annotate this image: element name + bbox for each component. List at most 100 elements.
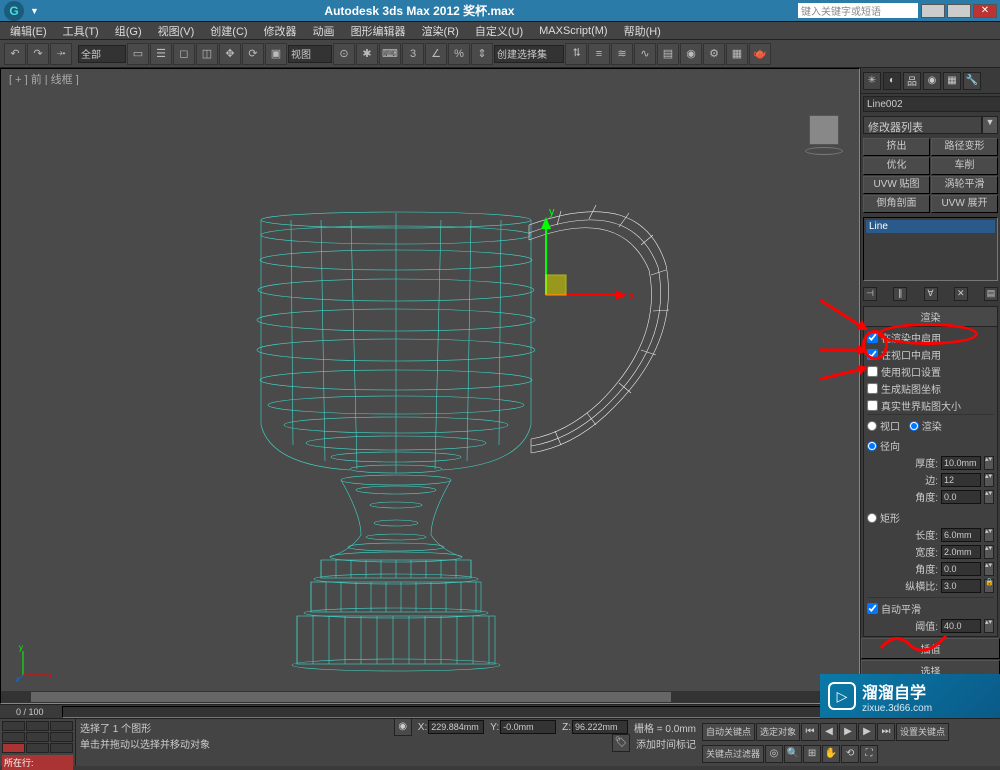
pan-button[interactable]: ✋ [822,745,840,763]
mod-bevel-button[interactable]: 倒角剖面 [863,195,930,213]
chk-gen-mapping[interactable] [867,383,878,394]
menu-group[interactable]: 组(G) [109,23,148,39]
thickness-input[interactable] [941,456,981,470]
menu-modifiers[interactable]: 修改器 [258,23,303,39]
viewport-nav-grid[interactable]: 所在行: [0,719,76,766]
spinner-snap-button[interactable]: ⇕ [471,43,493,65]
restore-button[interactable]: ▭ [947,4,971,18]
minimize-button[interactable]: — [921,4,945,18]
lock-icon[interactable]: 🔒 [984,579,994,593]
coord-x-input[interactable] [428,720,484,734]
show-end-icon[interactable]: ∥ [893,287,907,301]
chk-render-enable[interactable] [867,332,878,343]
remove-mod-icon[interactable]: ✕ [954,287,968,301]
mod-turbosmooth-button[interactable]: 涡轮平滑 [931,176,998,194]
menu-render[interactable]: 渲染(R) [416,23,465,39]
play-button[interactable]: ▶ [839,723,857,741]
coord-y-input[interactable] [500,720,556,734]
coord-z-input[interactable] [572,720,628,734]
tab-display-icon[interactable]: ▦ [943,72,961,90]
tab-modify-icon[interactable]: ◐ [883,72,901,90]
schematic-button[interactable]: ▤ [657,43,679,65]
viewport[interactable]: y x y x z [1,85,859,691]
zoom-button[interactable]: 🔍 [784,745,802,763]
undo-button[interactable]: ↶ [4,43,26,65]
object-name-input[interactable] [863,96,1000,112]
angle2-input[interactable] [941,562,981,576]
chk-autosmooth[interactable] [867,603,878,614]
sel-target[interactable]: 选定对象 [756,723,800,741]
spinner-icon[interactable]: ▴▾ [984,545,994,559]
tab-hierarchy-icon[interactable]: 品 [903,72,921,90]
add-time-tag[interactable]: 添加时间标记 [636,736,696,751]
menu-create[interactable]: 创建(C) [204,23,253,39]
mod-uvwunwrap-button[interactable]: UVW 展开 [931,195,998,213]
tab-create-icon[interactable]: ✳ [863,72,881,90]
modifier-list-chevron-icon[interactable]: ▼ [982,116,998,134]
snap-angle-button[interactable]: ∠ [425,43,447,65]
menu-help[interactable]: 帮助(H) [618,23,667,39]
threshold-input[interactable] [941,619,981,633]
spinner-icon[interactable]: ▴▾ [984,562,994,576]
aspect-input[interactable] [941,579,981,593]
app-logo[interactable]: G [4,1,24,21]
width-input[interactable] [941,545,981,559]
spinner-icon[interactable]: ▴▾ [984,456,994,470]
align-button[interactable]: ≡ [588,43,610,65]
mod-uvwmap-button[interactable]: UVW 贴图 [863,176,930,194]
render-production-button[interactable]: 🫖 [749,43,771,65]
ref-coord[interactable]: 视图 [288,45,332,63]
spinner-icon[interactable]: ▴▾ [984,528,994,542]
menu-animation[interactable]: 动画 [307,23,341,39]
configure-sets-icon[interactable]: ▤ [984,287,998,301]
spinner-icon[interactable]: ▴▾ [984,473,994,487]
select-name-button[interactable]: ☰ [150,43,172,65]
next-frame-button[interactable]: ▶ [858,723,876,741]
modifier-stack[interactable]: Line [863,217,998,281]
prev-frame-button[interactable]: ◀ [820,723,838,741]
chk-use-viewport[interactable] [867,366,878,377]
tab-motion-icon[interactable]: ◉ [923,72,941,90]
make-unique-icon[interactable]: ∀ [924,287,938,301]
zoom-all-button[interactable]: ⊞ [803,745,821,763]
move-button[interactable]: ✥ [219,43,241,65]
curve-editor-button[interactable]: ∿ [634,43,656,65]
menu-graph[interactable]: 图形编辑器 [345,23,412,39]
key-filter-button[interactable]: 关键点过滤器 [702,745,764,763]
selection-filter[interactable]: 全部 [78,45,126,63]
modifier-list-dropdown[interactable]: 修改器列表 [863,116,982,134]
pin-stack-icon[interactable]: ⊣ [863,287,877,301]
render-setup-button[interactable]: ⚙ [703,43,725,65]
snap-3d-button[interactable]: 3 [402,43,424,65]
length-input[interactable] [941,528,981,542]
mirror-button[interactable]: ⮁ [565,43,587,65]
rad-radial[interactable] [867,441,877,451]
select-button[interactable]: ▭ [127,43,149,65]
set-key-button[interactable]: 设置关键点 [896,723,949,741]
snap-percent-button[interactable]: % [448,43,470,65]
scale-button[interactable]: ▣ [265,43,287,65]
mod-lathe-button[interactable]: 车削 [931,157,998,175]
time-tag-icon[interactable]: 🏷 [612,734,630,752]
rollout-render-header[interactable]: 渲染 [864,307,997,327]
menu-maxscript[interactable]: MAXScript(M) [533,25,613,37]
menu-views[interactable]: 视图(V) [152,23,201,39]
link-button[interactable]: ⤞ [50,43,72,65]
rad-render[interactable] [909,421,919,431]
angle-input[interactable] [941,490,981,504]
isolate-button[interactable]: ◎ [765,745,783,763]
rotate-button[interactable]: ⟳ [242,43,264,65]
rad-rect[interactable] [867,513,877,523]
stack-item-line[interactable]: Line [866,220,995,233]
mod-pathdeform-button[interactable]: 路径变形 [931,138,998,156]
layer-button[interactable]: ≋ [611,43,633,65]
app-menu-chevron-icon[interactable]: ▼ [28,6,41,16]
goto-start-button[interactable]: ⏮ [801,723,819,741]
goto-end-button[interactable]: ⏭ [877,723,895,741]
render-frame-button[interactable]: ▦ [726,43,748,65]
tab-utilities-icon[interactable]: 🔧 [963,72,981,90]
sides-input[interactable] [941,473,981,487]
keyboard-shortcut-button[interactable]: ⌨ [379,43,401,65]
redo-button[interactable]: ↷ [27,43,49,65]
spinner-icon[interactable]: ▴▾ [984,619,994,633]
